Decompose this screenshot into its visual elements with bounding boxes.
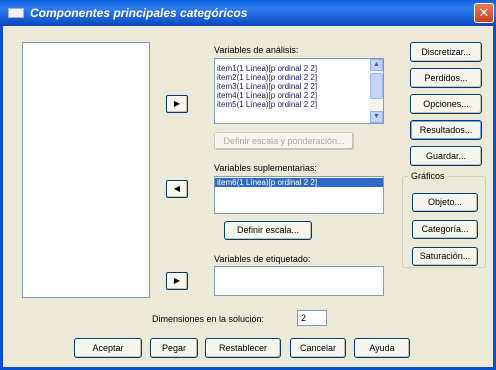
graficos-legend: Gráficos — [409, 171, 447, 181]
loading-plot-button[interactable]: Saturación... — [412, 247, 478, 266]
source-variables-list[interactable] — [22, 42, 150, 298]
right-arrow-icon: ▶ — [173, 99, 181, 108]
dimensions-input[interactable]: 2 — [297, 310, 327, 326]
cancel-button[interactable]: Cancelar — [290, 338, 346, 358]
move-to-supplementary-button[interactable]: ◀ — [166, 180, 188, 198]
scroll-up-icon[interactable]: ▲ — [370, 59, 383, 71]
list-item[interactable]: item2(1 Línea)[p ordinal 2 2] — [215, 73, 383, 82]
analysis-variables-list[interactable]: item1(1 Línea)[p ordinal 2 2] item2(1 Lín… — [214, 58, 384, 124]
supplementary-variables-list[interactable]: item6(1 Línea)[p ordinal 2 2] — [214, 176, 384, 214]
app-icon — [8, 8, 24, 18]
paste-button[interactable]: Pegar — [150, 338, 198, 358]
list-item[interactable]: item4(1 Línea)[p ordinal 2 2] — [215, 91, 383, 100]
analysis-scrollbar[interactable]: ▲ ▼ — [370, 59, 383, 123]
list-item[interactable]: item6(1 Línea)[p ordinal 2 2] — [215, 178, 383, 187]
labeling-variables-list[interactable] — [214, 266, 384, 296]
dialog-window: Componentes principales categóricos ✕ ▶ … — [0, 0, 496, 370]
options-button[interactable]: Opciones... — [410, 94, 482, 114]
right-arrow-icon: ▶ — [173, 276, 181, 285]
list-item[interactable]: item3(1 Línea)[p ordinal 2 2] — [215, 82, 383, 91]
scroll-thumb[interactable] — [370, 73, 383, 99]
ok-button[interactable]: Aceptar — [74, 338, 142, 358]
move-to-analysis-button[interactable]: ▶ — [166, 95, 188, 113]
dimensions-label: Dimensiones en la solución: — [152, 314, 265, 324]
object-plot-button[interactable]: Objeto... — [412, 193, 478, 212]
category-plot-button[interactable]: Categoría... — [412, 220, 478, 239]
help-button[interactable]: Ayuda — [354, 338, 410, 358]
list-item[interactable]: item1(1 Línea)[p ordinal 2 2] — [215, 64, 383, 73]
missing-button[interactable]: Perdidos... — [410, 68, 482, 88]
save-button[interactable]: Guardar... — [410, 146, 482, 166]
left-arrow-icon: ◀ — [173, 184, 181, 193]
define-scale-weight-button[interactable]: Definir escala y ponderación... — [214, 132, 354, 150]
labeling-variables-label: Variables de etiquetado: — [214, 254, 311, 264]
window-title: Componentes principales categóricos — [30, 6, 248, 20]
analysis-variables-label: Variables de análisis: — [214, 45, 299, 55]
reset-button[interactable]: Restablecer — [205, 338, 281, 358]
title-bar[interactable]: Componentes principales categóricos ✕ — [0, 0, 496, 26]
supplementary-variables-label: Variables suplementarias: — [214, 163, 317, 173]
list-item[interactable]: item5(1 Línea)[p ordinal 2 2] — [215, 100, 383, 109]
discretize-button[interactable]: Discretizar... — [410, 42, 482, 62]
output-button[interactable]: Resultados... — [410, 120, 482, 140]
move-to-labeling-button[interactable]: ▶ — [166, 272, 188, 290]
close-icon[interactable]: ✕ — [474, 3, 494, 23]
scroll-down-icon[interactable]: ▼ — [370, 111, 383, 123]
define-scale-button[interactable]: Definir escala... — [224, 221, 312, 240]
